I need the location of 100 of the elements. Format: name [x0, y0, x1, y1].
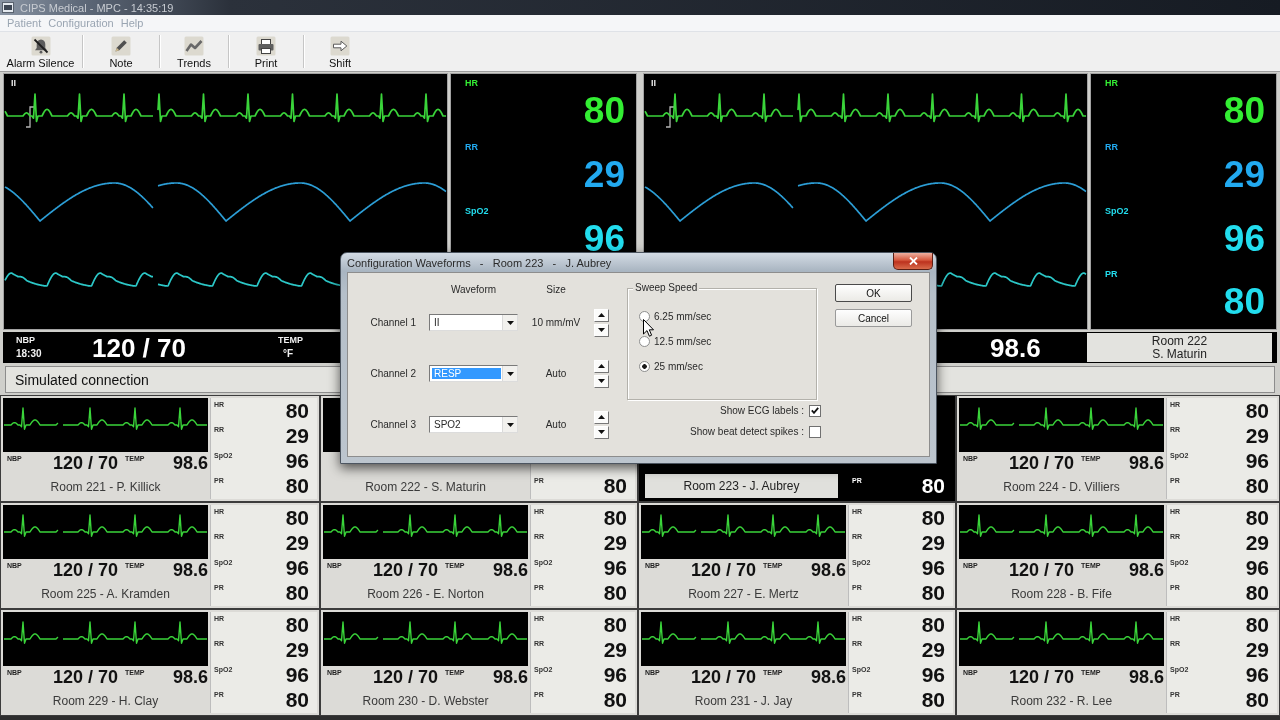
vital-value: 80	[921, 506, 945, 529]
temp-value: 98.6	[172, 453, 208, 473]
spin-up-button[interactable]	[594, 308, 609, 322]
temp-unit: °F	[283, 348, 294, 360]
size-value: Auto	[545, 368, 567, 379]
toolbar-button[interactable]: Note	[84, 32, 158, 71]
temp-value: 98.6	[172, 667, 208, 687]
vital-value: 80	[285, 613, 309, 636]
vital-value: 80	[1223, 93, 1265, 129]
spin-down-button[interactable]	[594, 323, 609, 337]
vital-value: 80	[1245, 613, 1269, 636]
toolbar-button[interactable]: Alarm Silence	[0, 32, 81, 71]
caret-down-icon	[506, 320, 514, 325]
vital-value: 80	[1245, 475, 1269, 498]
temp-value: 98.6	[172, 560, 208, 580]
vital-value: 80	[603, 613, 627, 636]
vital-value: 80	[1223, 284, 1265, 321]
close-icon	[908, 257, 918, 265]
nbp-value: 120 / 70	[1009, 667, 1075, 687]
vital-value: 96	[1245, 557, 1269, 580]
arrow-down-icon	[598, 430, 605, 434]
lead-label: II	[11, 78, 16, 88]
vital-value: 96	[583, 220, 625, 257]
room-label: Room 225 - A. Kramden	[41, 586, 170, 601]
radio-button[interactable]	[639, 361, 650, 372]
dialog-button[interactable]: Cancel	[835, 309, 912, 327]
vital-value: 80	[285, 689, 309, 712]
nbp-value: 120 / 70	[373, 667, 439, 687]
muted-bell-icon	[30, 36, 51, 56]
toolbar-button[interactable]: Trends	[161, 32, 227, 71]
waveform-dropdown[interactable]: SPO2	[429, 416, 518, 433]
arrow-up-icon	[598, 415, 605, 419]
temp-value: 98.6	[1128, 560, 1164, 580]
room-label: Room 221 - P. Killick	[50, 479, 161, 494]
room-label: Room 229 - H. Clay	[52, 693, 159, 708]
nbp-time: 18:30	[16, 348, 42, 360]
temp-value: 98.6	[810, 667, 846, 687]
vital-value: 80	[603, 506, 627, 529]
column-header: Waveform	[450, 284, 497, 296]
room-label: Room 231 - J. Jay	[694, 693, 793, 708]
vital-label: SpO2	[465, 205, 489, 217]
checkbox[interactable]	[809, 404, 821, 417]
checkbox[interactable]	[809, 425, 821, 438]
nbp-value: 120 / 70	[373, 560, 439, 580]
vital-value: 96	[921, 664, 945, 687]
room-label: Room 228 - B. Fife	[1011, 586, 1112, 601]
arrow-up-icon	[598, 364, 605, 368]
room-label: Room 232 - R. Lee	[1010, 693, 1113, 708]
radio-button[interactable]	[639, 336, 650, 347]
vital-value: 29	[285, 531, 309, 554]
nbp-value: 120 / 70	[53, 560, 119, 580]
room-label: Room 224 - D. Villiers	[1003, 479, 1120, 494]
arrow-down-icon	[598, 328, 605, 332]
vital-value: 80	[285, 475, 309, 498]
spin-up-button[interactable]	[594, 410, 609, 424]
vital-label: HR	[1105, 78, 1118, 89]
arrow-down-icon	[598, 379, 605, 383]
vital-value: 96	[603, 664, 627, 687]
nbp-value: 120 / 70	[53, 453, 119, 473]
vital-value: 29	[603, 531, 627, 554]
temp-value: 98.6	[990, 333, 1041, 362]
toolbar-button[interactable]: Print	[230, 32, 302, 71]
vital-value: 29	[921, 638, 945, 661]
vital-value: 80	[285, 506, 309, 529]
toolbar-button[interactable]: Shift	[305, 32, 375, 71]
vital-value: 80	[1245, 399, 1269, 422]
checkmark-icon	[811, 407, 819, 414]
size-value: 10 mm/mV	[531, 317, 581, 328]
nbp-value: 120 / 70	[691, 560, 757, 580]
vital-label: PR	[1105, 269, 1118, 281]
vital-value: 80	[921, 689, 945, 712]
vital-value: 96	[285, 450, 309, 473]
mouse-pointer-icon	[643, 319, 654, 337]
spin-up-button[interactable]	[594, 359, 609, 373]
vital-value: 96	[921, 557, 945, 580]
nbp-label: NBP	[16, 335, 35, 346]
temp-value: 98.6	[492, 560, 528, 580]
vital-value: 29	[285, 638, 309, 661]
vital-value: 80	[1245, 582, 1269, 605]
vital-value: 96	[1223, 220, 1265, 257]
lead-label: II	[651, 78, 656, 88]
column-header: Size	[546, 284, 566, 296]
pencil-icon	[111, 36, 131, 56]
vital-value: 80	[1245, 689, 1269, 712]
spin-down-button[interactable]	[594, 425, 609, 439]
waveform-dropdown[interactable]: II	[429, 314, 518, 331]
temp-value: 98.6	[1128, 667, 1164, 687]
close-button[interactable]	[893, 253, 933, 270]
dialog-title: Configuration Waveforms - Room 223 - J. Aubrey	[347, 257, 612, 269]
vital-label: HR	[465, 78, 478, 89]
vital-value: 29	[603, 638, 627, 661]
nbp-value: 120 / 70	[53, 667, 119, 687]
vital-value: 29	[285, 424, 309, 447]
spin-down-button[interactable]	[594, 374, 609, 388]
caret-down-icon	[506, 422, 514, 427]
dialog-button[interactable]: OK	[835, 284, 912, 302]
channel-label: Channel 3	[370, 419, 416, 430]
vital-value: 29	[921, 531, 945, 554]
room-label: Room 230 - D. Webster	[362, 693, 489, 708]
vital-value: 29	[1245, 531, 1269, 554]
